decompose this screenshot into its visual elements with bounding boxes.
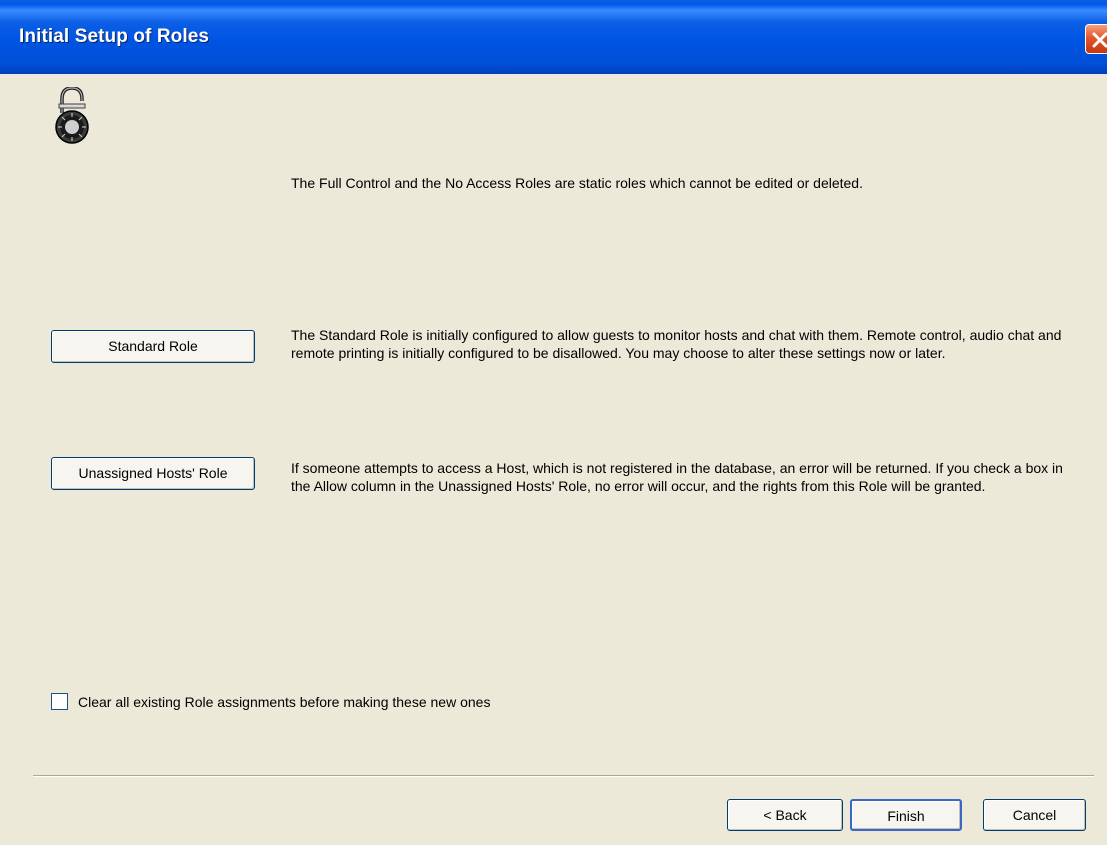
static-roles-description: The Full Control and the No Access Roles… [291, 175, 863, 191]
window-title: Initial Setup of Roles [19, 26, 210, 47]
cancel-button[interactable]: Cancel [983, 799, 1086, 831]
close-icon [1092, 32, 1107, 48]
standard-role-button[interactable]: Standard Role [51, 330, 255, 363]
back-button[interactable]: < Back [727, 799, 843, 831]
clear-assignments-checkbox[interactable] [51, 693, 68, 710]
title-bar: Initial Setup of Roles [0, 0, 1107, 74]
unassigned-hosts-role-button[interactable]: Unassigned Hosts' Role [51, 457, 255, 490]
close-button[interactable] [1085, 24, 1107, 54]
clear-assignments-label: Clear all existing Role assignments befo… [78, 694, 491, 710]
unassigned-hosts-role-description: If someone attempts to access a Host, wh… [291, 460, 1063, 494]
finish-button[interactable]: Finish [850, 799, 962, 831]
padlock-icon [55, 87, 89, 144]
standard-role-description: The Standard Role is initially configure… [291, 327, 1062, 361]
footer-separator [33, 775, 1094, 777]
